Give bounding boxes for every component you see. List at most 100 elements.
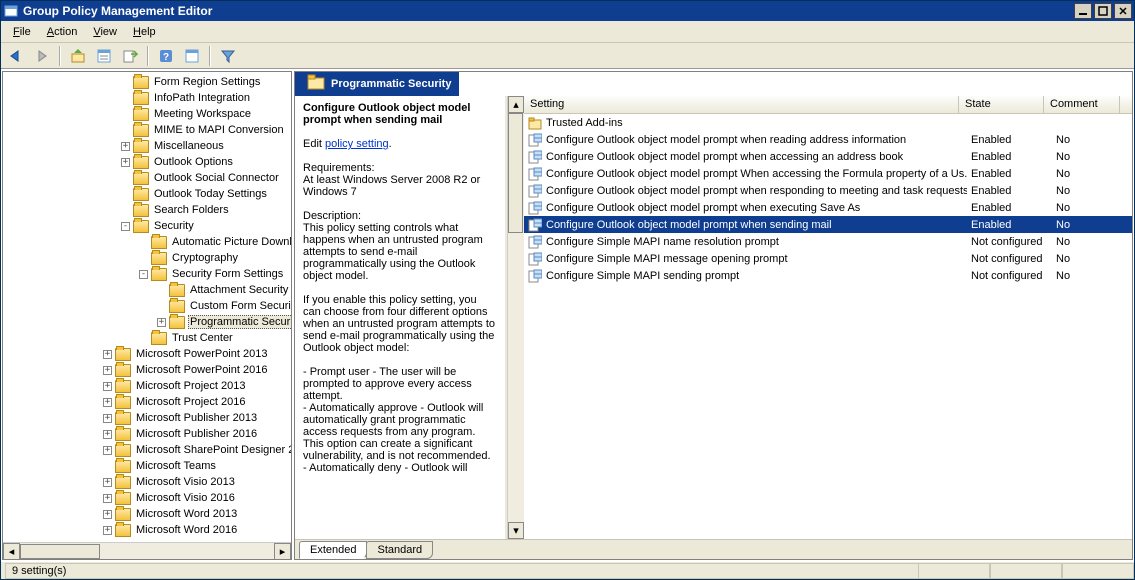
filter-button[interactable] <box>217 45 239 67</box>
expand-icon[interactable]: + <box>103 414 112 423</box>
tree-item[interactable]: Attachment Security <box>3 282 291 298</box>
scroll-left-button[interactable]: ◂ <box>3 543 20 560</box>
up-button[interactable] <box>67 45 89 67</box>
expand-icon[interactable]: + <box>103 350 112 359</box>
expand-icon[interactable]: + <box>103 398 112 407</box>
scroll-thumb[interactable] <box>20 544 100 559</box>
tree-item[interactable]: Form Region Settings <box>3 74 291 90</box>
list-row[interactable]: Configure Outlook object model prompt wh… <box>524 148 1132 165</box>
setting-comment: No <box>1052 270 1132 282</box>
tree-item[interactable]: Custom Form Security <box>3 298 291 314</box>
tree-label: Microsoft Visio 2016 <box>134 491 237 505</box>
maximize-button[interactable] <box>1094 3 1112 19</box>
tree-spacer <box>118 203 133 218</box>
collapse-icon[interactable]: - <box>139 270 148 279</box>
tab-standard[interactable]: Standard <box>366 541 433 559</box>
tree-item[interactable]: +Miscellaneous <box>3 138 291 154</box>
expand-icon[interactable]: + <box>121 142 130 151</box>
tree-item[interactable]: Search Folders <box>3 202 291 218</box>
expand-icon[interactable]: + <box>103 494 112 503</box>
tree-spacer <box>118 107 133 122</box>
description-label: Description: <box>303 210 361 222</box>
folder-icon <box>151 236 167 249</box>
folder-icon <box>528 116 542 130</box>
expand-icon[interactable]: + <box>103 430 112 439</box>
tree-h-scrollbar[interactable]: ◂ ▸ <box>3 542 291 559</box>
tree-item[interactable]: -Security <box>3 218 291 234</box>
tab-extended[interactable]: Extended <box>299 541 367 559</box>
list-row[interactable]: Configure Outlook object model prompt wh… <box>524 216 1132 233</box>
help-button[interactable]: ? <box>155 45 177 67</box>
policy-setting-link[interactable]: policy setting <box>325 138 389 150</box>
tree-item[interactable]: Outlook Social Connector <box>3 170 291 186</box>
tree-item[interactable]: +Microsoft Visio 2013 <box>3 474 291 490</box>
scroll-right-button[interactable]: ▸ <box>274 543 291 560</box>
list-row[interactable]: Configure Simple MAPI message opening pr… <box>524 250 1132 267</box>
tree-item[interactable]: +Microsoft Word 2016 <box>3 522 291 538</box>
scroll-down-button[interactable]: ▾ <box>508 522 524 539</box>
tree-item[interactable]: Cryptography <box>3 250 291 266</box>
expand-icon[interactable]: + <box>103 366 112 375</box>
expand-icon[interactable]: + <box>103 510 112 519</box>
folder-icon <box>133 92 149 105</box>
expand-icon[interactable]: + <box>157 318 166 327</box>
tree-body[interactable]: Form Region SettingsInfoPath Integration… <box>3 72 291 542</box>
options-button[interactable] <box>181 45 203 67</box>
list-row[interactable]: Configure Outlook object model prompt wh… <box>524 199 1132 216</box>
properties-button[interactable] <box>93 45 115 67</box>
export-button[interactable] <box>119 45 141 67</box>
expand-icon[interactable]: + <box>103 446 112 455</box>
tree-label: Microsoft Publisher 2016 <box>134 427 259 441</box>
detail-v-scrollbar[interactable]: ▴ ▾ <box>507 96 524 539</box>
tree-item[interactable]: MIME to MAPI Conversion <box>3 122 291 138</box>
tree-item[interactable]: +Outlook Options <box>3 154 291 170</box>
col-setting[interactable]: Setting <box>524 96 959 113</box>
tree-item[interactable]: +Microsoft Project 2013 <box>3 378 291 394</box>
menu-help[interactable]: Help <box>125 24 164 40</box>
folder-icon <box>115 492 131 505</box>
back-button[interactable] <box>5 45 27 67</box>
tree-item[interactable]: Outlook Today Settings <box>3 186 291 202</box>
minimize-button[interactable] <box>1074 3 1092 19</box>
expand-icon[interactable]: + <box>121 158 130 167</box>
scroll-up-button[interactable]: ▴ <box>508 96 524 113</box>
tree-item[interactable]: +Microsoft Project 2016 <box>3 394 291 410</box>
tree-item[interactable]: Automatic Picture Downloa <box>3 234 291 250</box>
list-row[interactable]: Configure Outlook object model prompt Wh… <box>524 165 1132 182</box>
forward-button[interactable] <box>31 45 53 67</box>
list-row[interactable]: Configure Simple MAPI sending promptNot … <box>524 267 1132 284</box>
tree-item[interactable]: +Microsoft Publisher 2013 <box>3 410 291 426</box>
tree-item[interactable]: +Microsoft PowerPoint 2013 <box>3 346 291 362</box>
list-rows[interactable]: Trusted Add-insConfigure Outlook object … <box>524 114 1132 539</box>
expand-icon[interactable]: + <box>103 382 112 391</box>
extended-body: Configure Outlook object modelprompt whe… <box>295 96 1132 539</box>
tree-spacer <box>154 299 169 314</box>
collapse-icon[interactable]: - <box>121 222 130 231</box>
tree-item[interactable]: Trust Center <box>3 330 291 346</box>
tree-item[interactable]: + Microsoft Word 2013 <box>3 506 291 522</box>
col-state[interactable]: State <box>959 96 1044 113</box>
list-row[interactable]: Configure Outlook object model prompt wh… <box>524 131 1132 148</box>
tree-item[interactable]: InfoPath Integration <box>3 90 291 106</box>
tree-item[interactable]: +Microsoft SharePoint Designer 201 <box>3 442 291 458</box>
tree-item[interactable]: Meeting Workspace <box>3 106 291 122</box>
expand-icon[interactable]: + <box>103 526 112 535</box>
titlebar[interactable]: Group Policy Management Editor <box>1 1 1134 21</box>
tree-item[interactable]: -Security Form Settings <box>3 266 291 282</box>
tree-label: Microsoft Word 2013 <box>134 507 239 521</box>
list-row[interactable]: Trusted Add-ins <box>524 114 1132 131</box>
tree-item[interactable]: + Microsoft Publisher 2016 <box>3 426 291 442</box>
close-button[interactable] <box>1114 3 1132 19</box>
tree-item[interactable]: Microsoft Teams <box>3 458 291 474</box>
col-comment[interactable]: Comment <box>1044 96 1120 113</box>
expand-icon[interactable]: + <box>103 478 112 487</box>
scroll-thumb-v[interactable] <box>508 113 523 233</box>
list-row[interactable]: Configure Simple MAPI name resolution pr… <box>524 233 1132 250</box>
menu-view[interactable]: View <box>85 24 125 40</box>
list-row[interactable]: Configure Outlook object model prompt wh… <box>524 182 1132 199</box>
menu-action[interactable]: Action <box>39 24 86 40</box>
tree-item[interactable]: + Microsoft Visio 2016 <box>3 490 291 506</box>
menu-file[interactable]: File <box>5 24 39 40</box>
tree-item[interactable]: +Microsoft PowerPoint 2016 <box>3 362 291 378</box>
tree-item[interactable]: +Programmatic Security <box>3 314 291 330</box>
